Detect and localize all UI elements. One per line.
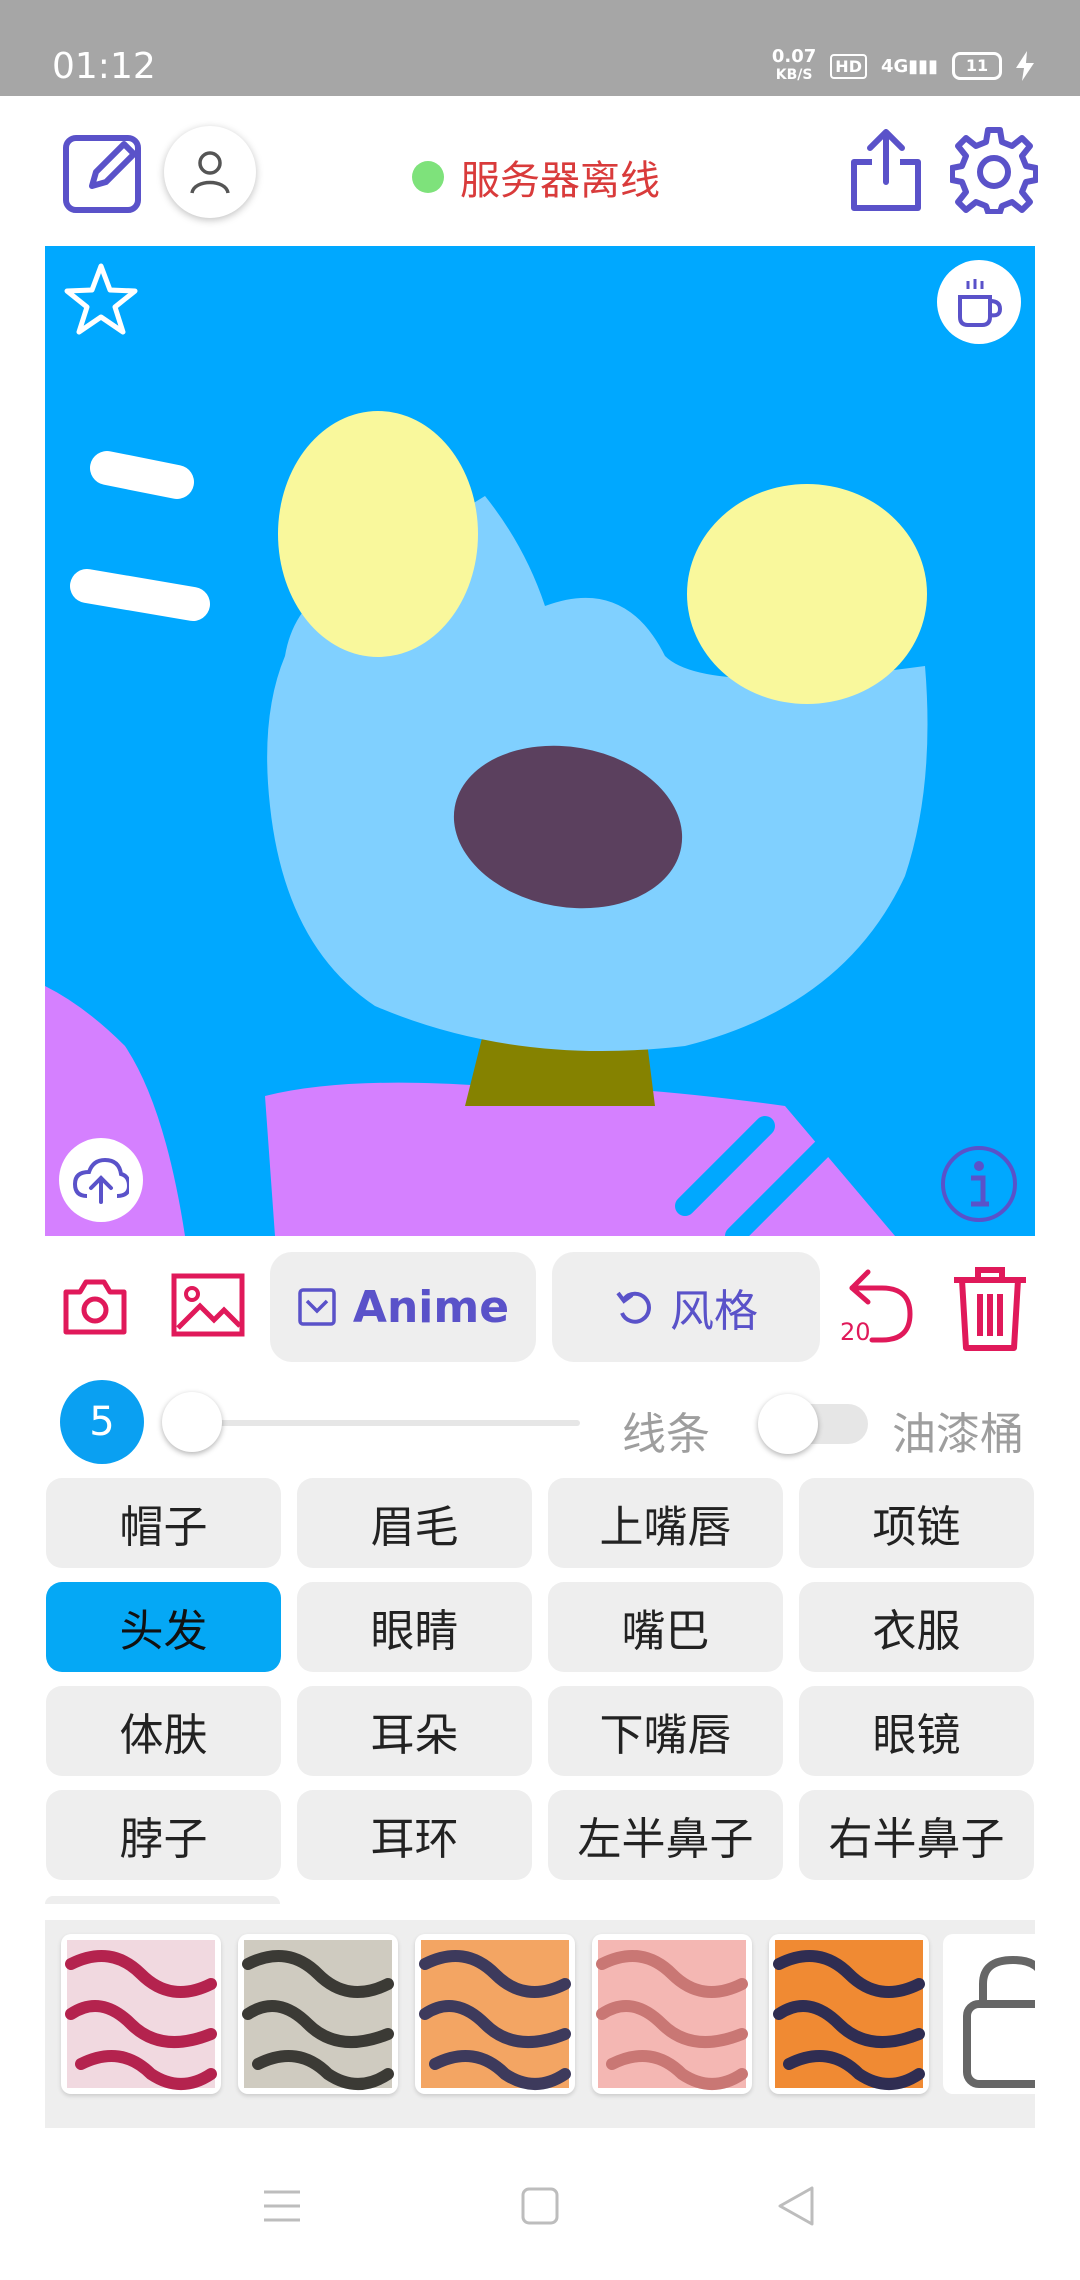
brush-size-badge: 5 bbox=[60, 1380, 144, 1464]
part-button[interactable]: 耳朵 bbox=[297, 1686, 532, 1776]
paint-bucket-label[interactable]: 油漆桶 bbox=[892, 1398, 1024, 1462]
edit-button[interactable] bbox=[62, 130, 146, 214]
rotate-icon bbox=[616, 1291, 651, 1324]
lock-icon bbox=[963, 1955, 1035, 2088]
info-icon bbox=[941, 1146, 1017, 1222]
status-bar: 01:12 0.07 KB/S HD 4G▮▮▮ 11 bbox=[0, 0, 1080, 96]
hd-icon: HD bbox=[830, 53, 867, 79]
lines-mode-label[interactable]: 线条 bbox=[622, 1398, 710, 1462]
share-icon bbox=[851, 129, 921, 211]
part-button[interactable]: 眼镜 bbox=[799, 1686, 1034, 1776]
texture-strip[interactable] bbox=[45, 1920, 1035, 2128]
part-button[interactable]: 左半鼻子 bbox=[548, 1790, 783, 1880]
share-button[interactable] bbox=[846, 126, 926, 214]
coffee-button[interactable] bbox=[937, 260, 1021, 344]
edit-icon bbox=[63, 135, 141, 213]
gallery-button[interactable] bbox=[170, 1272, 246, 1338]
status-time: 01:12 bbox=[52, 46, 156, 87]
texture-thumbnail[interactable] bbox=[415, 1934, 575, 2094]
net-speed-value: 0.07 bbox=[771, 46, 817, 67]
favorite-button[interactable] bbox=[61, 260, 141, 340]
battery-icon: 11 bbox=[952, 52, 1002, 80]
star-icon bbox=[64, 263, 138, 335]
anime-label: Anime bbox=[352, 1281, 510, 1333]
brush-size-slider-thumb[interactable] bbox=[162, 1392, 222, 1452]
texture-thumbnail[interactable] bbox=[592, 1934, 752, 2094]
upload-button[interactable] bbox=[59, 1138, 143, 1222]
part-button[interactable]: 上嘴唇 bbox=[548, 1478, 783, 1568]
part-button[interactable]: 眼睛 bbox=[297, 1582, 532, 1672]
sketch-drawing bbox=[45, 246, 1035, 1236]
part-button[interactable]: 眉毛 bbox=[297, 1478, 532, 1568]
navigation-bar bbox=[0, 2128, 1080, 2280]
server-status-text: 服务器离线 bbox=[460, 158, 660, 204]
part-button[interactable]: 项链 bbox=[799, 1478, 1034, 1568]
home-square-icon bbox=[521, 2187, 559, 2225]
server-status: 服务器离线 bbox=[412, 148, 660, 206]
style-button[interactable]: 风格 bbox=[552, 1252, 820, 1362]
checkbox-icon bbox=[298, 1288, 336, 1326]
network-type: 4G bbox=[880, 55, 909, 77]
net-speed: 0.07 KB/S bbox=[772, 48, 816, 84]
part-button[interactable]: 头发 bbox=[46, 1582, 281, 1672]
part-button[interactable]: 耳环 bbox=[297, 1790, 532, 1880]
texture-pattern bbox=[242, 1940, 394, 2090]
part-button[interactable]: 下嘴唇 bbox=[548, 1686, 783, 1776]
texture-pattern bbox=[596, 1940, 748, 2090]
texture-pattern bbox=[419, 1940, 571, 2090]
menu-nav-button[interactable] bbox=[252, 2176, 312, 2236]
tool-bar: Anime 风格 20 bbox=[0, 1250, 1080, 1364]
part-button[interactable]: 体肤 bbox=[46, 1686, 281, 1776]
coffee-cup-icon bbox=[958, 279, 1003, 327]
part-button[interactable]: 帽子 bbox=[46, 1478, 281, 1568]
delete-button[interactable] bbox=[950, 1266, 1030, 1352]
locked-texture[interactable] bbox=[943, 1934, 1035, 2094]
image-icon bbox=[171, 1273, 245, 1337]
signal-icon: 4G▮▮▮ bbox=[880, 55, 938, 77]
home-nav-button[interactable] bbox=[510, 2176, 570, 2236]
part-grid-overflow bbox=[45, 1896, 280, 1904]
back-nav-button[interactable] bbox=[766, 2176, 826, 2236]
bucket-toggle-knob[interactable] bbox=[758, 1394, 818, 1454]
part-button[interactable]: 右半鼻子 bbox=[799, 1790, 1034, 1880]
style-label: 风格 bbox=[670, 1286, 758, 1337]
part-button[interactable]: 衣服 bbox=[799, 1582, 1034, 1672]
status-dot bbox=[412, 161, 444, 193]
top-bar: 服务器离线 bbox=[0, 96, 1080, 244]
settings-button[interactable] bbox=[950, 126, 1038, 214]
account-button[interactable] bbox=[164, 126, 256, 218]
charging-icon bbox=[1016, 51, 1034, 81]
brush-size-track[interactable] bbox=[176, 1420, 580, 1426]
anime-toggle-button[interactable]: Anime bbox=[270, 1252, 536, 1362]
gear-icon bbox=[950, 127, 1038, 214]
texture-thumbnail[interactable] bbox=[61, 1934, 221, 2094]
texture-pattern bbox=[773, 1940, 925, 2090]
camera-icon bbox=[63, 1279, 127, 1335]
camera-button[interactable] bbox=[62, 1276, 128, 1336]
texture-thumbnail[interactable] bbox=[769, 1934, 929, 2094]
user-icon bbox=[190, 151, 230, 194]
trash-icon bbox=[954, 1267, 1026, 1351]
texture-thumbnail[interactable] bbox=[238, 1934, 398, 2094]
back-triangle-icon bbox=[778, 2186, 814, 2226]
brush-controls: 5 线条 油漆桶 bbox=[0, 1378, 1080, 1466]
texture-pattern bbox=[65, 1940, 217, 2090]
net-speed-unit: KB/S bbox=[775, 67, 813, 83]
part-button[interactable]: 嘴巴 bbox=[548, 1582, 783, 1672]
drawing-canvas[interactable] bbox=[45, 246, 1035, 1236]
status-icons: 0.07 KB/S HD 4G▮▮▮ 11 bbox=[772, 46, 1034, 86]
menu-icon bbox=[264, 2190, 300, 2222]
info-button[interactable] bbox=[937, 1142, 1021, 1226]
part-button[interactable]: 脖子 bbox=[46, 1790, 281, 1880]
undo-count: 20 bbox=[840, 1318, 871, 1346]
cloud-upload-icon bbox=[73, 1157, 129, 1204]
